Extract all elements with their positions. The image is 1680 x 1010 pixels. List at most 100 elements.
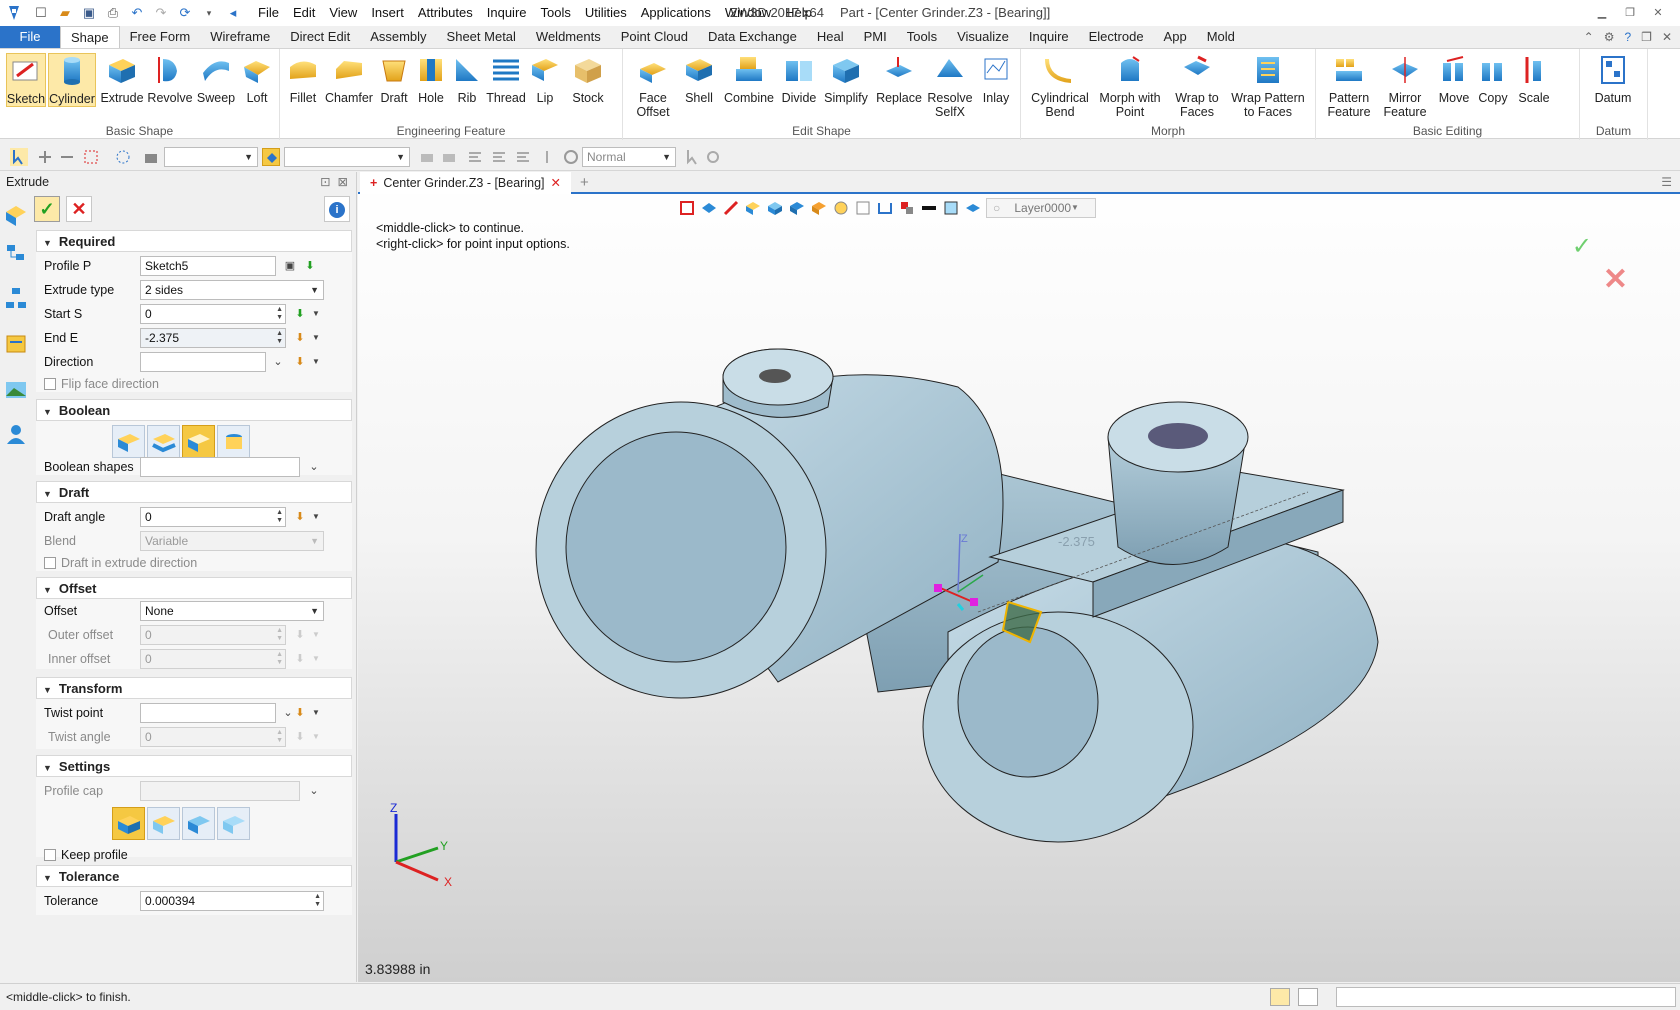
pattern-feature-button[interactable]: Pattern Feature <box>1324 53 1374 119</box>
graphics-viewport[interactable]: + Center Grinder.Z3 - [Bearing] ✕ + ☰ ○ … <box>358 172 1680 982</box>
direction-input-icon[interactable]: ⬇ <box>292 354 308 370</box>
profile-cap-field[interactable] <box>140 781 300 801</box>
status-input-box[interactable] <box>1336 987 1676 1007</box>
draft-extrude-direction-checkbox[interactable] <box>44 557 56 569</box>
cap-start-button[interactable] <box>147 807 180 840</box>
remove-filter-icon[interactable] <box>58 148 76 166</box>
input-profile-icon[interactable]: ⬇ <box>302 258 318 274</box>
rib-button[interactable]: Rib <box>452 53 482 105</box>
app-logo-icon[interactable] <box>3 2 25 24</box>
info-button[interactable]: i <box>324 196 350 222</box>
draft-menu-icon[interactable]: ▼ <box>308 509 324 525</box>
inner-menu-icon[interactable]: ▼ <box>308 651 324 667</box>
add-filter-icon[interactable] <box>36 148 54 166</box>
extrude-button[interactable]: Extrude <box>100 53 144 105</box>
snap-icon-2[interactable] <box>440 148 458 166</box>
section-header-offset[interactable]: Offset <box>36 577 352 599</box>
assembly-tree-icon[interactable] <box>4 286 28 310</box>
tab-inquire[interactable]: Inquire <box>1019 26 1079 48</box>
close-window-icon[interactable]: ✕ <box>1644 0 1672 26</box>
datum-button[interactable]: Datum <box>1590 53 1636 105</box>
offset-select[interactable]: None ▼ <box>140 601 324 621</box>
start-menu-icon[interactable]: ▼ <box>308 306 324 322</box>
tolerance-field[interactable]: 0.000394 ▲ ▼ <box>140 891 324 911</box>
align-icon-1[interactable] <box>466 148 484 166</box>
collapse-ribbon-icon[interactable]: ⌃ <box>1584 26 1594 48</box>
boolean-base-button[interactable] <box>112 425 145 458</box>
cap-none-button[interactable] <box>217 807 250 840</box>
replace-button[interactable]: Replace <box>875 53 923 105</box>
end-input-icon[interactable]: ⬇ <box>292 330 308 346</box>
twist-angle-menu-icon[interactable]: ▼ <box>308 729 324 745</box>
stock-button[interactable]: Stock <box>568 53 608 105</box>
blend-select[interactable]: Variable ▼ <box>140 531 324 551</box>
save-icon[interactable]: ▣ <box>80 4 98 22</box>
shell-button[interactable]: Shell <box>679 53 719 105</box>
tab-mold[interactable]: Mold <box>1197 26 1245 48</box>
tab-data-exchange[interactable]: Data Exchange <box>698 26 807 48</box>
end-menu-icon[interactable]: ▼ <box>308 330 324 346</box>
section-header-settings[interactable]: Settings <box>36 755 352 777</box>
menu-inquire[interactable]: Inquire <box>480 0 534 26</box>
lip-button[interactable]: Lip <box>530 53 560 105</box>
close-panel-icon[interactable]: ⊠ <box>338 175 348 189</box>
menu-file[interactable]: File <box>251 0 286 26</box>
direction-field[interactable] <box>140 352 266 372</box>
render-gear-icon[interactable] <box>562 148 580 166</box>
twist-point-field[interactable] <box>140 703 276 723</box>
flip-face-checkbox[interactable] <box>44 378 56 390</box>
chamfer-button[interactable]: Chamfer <box>325 53 373 105</box>
boolean-add-button[interactable] <box>147 425 180 458</box>
menu-view[interactable]: View <box>322 0 364 26</box>
inner-input-icon[interactable]: ⬇ <box>292 651 308 667</box>
history-tree-icon[interactable] <box>4 242 28 266</box>
customize-dropdown-icon[interactable]: ▾ <box>200 4 218 22</box>
inner-offset-field[interactable]: 0 ▲ ▼ <box>140 649 286 669</box>
filter-icon[interactable] <box>142 148 160 166</box>
boolean-remove-button[interactable] <box>182 425 215 458</box>
revolve-button[interactable]: Revolve <box>147 53 193 105</box>
new-file-icon[interactable]: ☐ <box>32 4 50 22</box>
tab-file[interactable]: File <box>0 26 60 48</box>
part-model[interactable]: Z -2.375 <box>358 172 1680 982</box>
inlay-button[interactable]: Inlay <box>977 53 1015 105</box>
spin-arrows-icon[interactable]: ▲ ▼ <box>276 509 283 525</box>
extrude-type-select[interactable]: 2 sides ▼ <box>140 280 324 300</box>
section-header-transform[interactable]: Transform <box>36 677 352 699</box>
doc-close-icon[interactable]: ✕ <box>1662 26 1672 48</box>
hole-button[interactable]: Hole <box>414 53 448 105</box>
doc-restore-icon[interactable]: ❐ <box>1641 26 1652 48</box>
tab-wireframe[interactable]: Wireframe <box>200 26 280 48</box>
tab-free-form[interactable]: Free Form <box>120 26 201 48</box>
config-icon[interactable] <box>704 148 722 166</box>
undo-icon[interactable]: ↶ <box>128 4 146 22</box>
ok-button[interactable]: ✓ <box>34 196 60 222</box>
resolve-selfx-button[interactable]: Resolve SelfX <box>927 53 973 119</box>
twist-menu-icon[interactable]: ▼ <box>308 705 324 721</box>
redo-icon[interactable]: ↷ <box>152 4 170 22</box>
outer-offset-field[interactable]: 0 ▲ ▼ <box>140 625 286 645</box>
cylinder-button[interactable]: Cylinder <box>48 53 96 107</box>
mirror-feature-button[interactable]: Mirror Feature <box>1380 53 1430 119</box>
spin-arrows-icon[interactable]: ▲ ▼ <box>314 893 321 909</box>
tab-app[interactable]: App <box>1154 26 1197 48</box>
simplify-button[interactable]: Simplify <box>821 53 871 105</box>
pick-filter-combo[interactable]: ▼ <box>284 147 410 167</box>
tab-shape[interactable]: Shape <box>60 26 120 48</box>
boolean-intersect-button[interactable] <box>217 425 250 458</box>
tab-visualize[interactable]: Visualize <box>947 26 1019 48</box>
divide-button[interactable]: Divide <box>779 53 819 105</box>
back-icon[interactable]: ◂ <box>224 4 242 22</box>
lasso-select-icon[interactable] <box>114 148 132 166</box>
loft-button[interactable]: Loft <box>238 53 276 105</box>
menu-utilities[interactable]: Utilities <box>578 0 634 26</box>
menu-attributes[interactable]: Attributes <box>411 0 480 26</box>
cap-end-button[interactable] <box>182 807 215 840</box>
snap-icon-1[interactable] <box>418 148 436 166</box>
restore-icon[interactable]: ❐ <box>1616 0 1644 26</box>
sketch-button[interactable]: Sketch <box>6 53 46 107</box>
fillet-button[interactable]: Fillet <box>284 53 322 105</box>
direction-menu-icon[interactable]: ▼ <box>308 354 324 370</box>
face-offset-button[interactable]: Face Offset <box>631 53 675 119</box>
profile-cap-expand-icon[interactable]: ⌄ <box>306 783 322 799</box>
